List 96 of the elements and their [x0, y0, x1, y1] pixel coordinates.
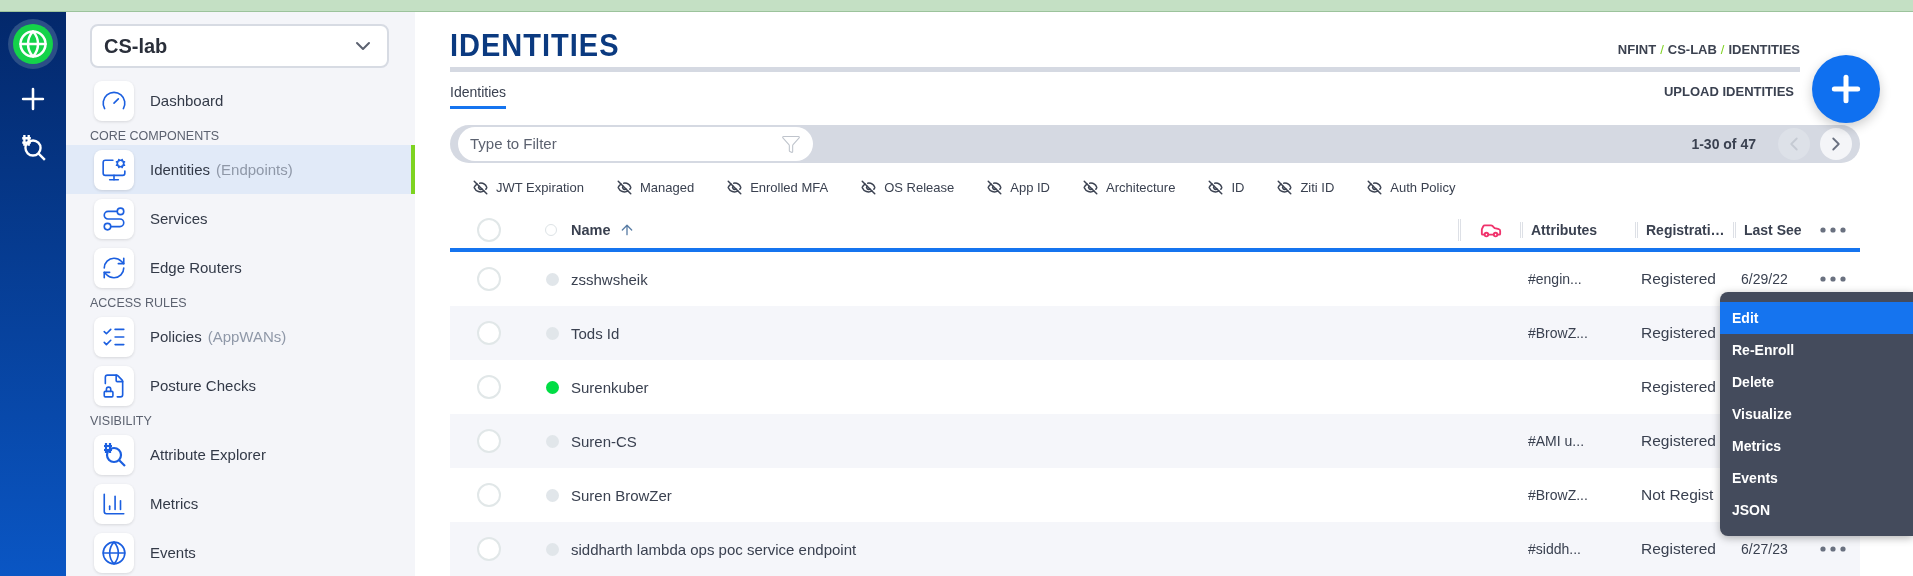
menu-item[interactable]: Visualize [1720, 398, 1913, 430]
eye-off-icon [861, 180, 877, 196]
row-checkbox[interactable] [477, 267, 501, 291]
breadcrumb: NFINT / CS-LAB / IDENTITIES [1617, 42, 1800, 59]
more-icon [1819, 227, 1846, 233]
registration-cell-text: Registered [1640, 378, 1717, 396]
next-page-button[interactable] [1820, 127, 1852, 160]
eye-off-icon [987, 180, 1003, 196]
sidebar-label: Dashboard [150, 92, 224, 109]
registration-cell-text: Registered [1640, 324, 1717, 342]
eye-off-icon [1277, 180, 1293, 196]
sidebar-item[interactable]: Events [66, 528, 415, 576]
sidebar-item[interactable]: Edge Routers [66, 243, 415, 292]
identity-name: siddharth lambda ops poc service endpoint [571, 540, 857, 558]
menu-item[interactable]: Metrics [1720, 430, 1913, 462]
row-more-button[interactable] [1819, 276, 1846, 282]
last-seen-cell-text: 6/27/23 [1740, 541, 1789, 557]
eye-off-icon [1367, 180, 1383, 196]
sidebar-item[interactable]: Metrics [66, 479, 415, 528]
sidebar-item[interactable]: Attribute Explorer [66, 430, 415, 479]
section-heading: ACCESS RULES [89, 295, 188, 312]
attributes-cell-text: #BrowZ... [1527, 487, 1589, 503]
sidebar-item[interactable]: Identities (Endpoints) [66, 145, 415, 194]
identity-name: Suren-CS [571, 432, 637, 450]
menu-item[interactable]: Edit [1720, 302, 1913, 334]
registration-cell-text: Registered [1640, 270, 1717, 288]
attributes-cell-text: #engin... [1527, 271, 1583, 287]
funnel-icon [781, 133, 801, 154]
network-select[interactable]: CS-lab [90, 24, 389, 68]
sidebar-label: Metrics [150, 495, 199, 512]
column-header[interactable]: Registrati… [1635, 222, 1733, 238]
column-toggle[interactable]: Enrolled MFA [727, 180, 829, 196]
row-checkbox[interactable] [477, 321, 501, 345]
last-seen-cell-text: 6/29/22 [1740, 271, 1789, 287]
menu-item[interactable]: Re-Enroll [1720, 334, 1913, 366]
sidebar-item[interactable]: Posture Checks [66, 361, 415, 410]
page-range: 1-30 of 47 [1691, 135, 1756, 152]
eye-off-icon [473, 180, 488, 196]
globe-icon [18, 29, 48, 59]
header-more-button[interactable] [1819, 227, 1846, 233]
sidebar-item[interactable]: Services [66, 194, 415, 243]
hash-search-icon [19, 134, 47, 162]
registration-cell-text: Not Regist [1640, 486, 1715, 504]
sidebar-label: Events [150, 544, 196, 561]
column-toggle[interactable]: JWT Expiration [473, 180, 584, 196]
monitor-gear-icon [101, 156, 127, 183]
column-header[interactable]: Attributes [1520, 222, 1635, 238]
add-button[interactable] [1812, 55, 1880, 123]
row-checkbox[interactable] [477, 375, 501, 399]
column-toggle[interactable]: OS Release [861, 180, 955, 196]
filter-field[interactable]: Type to Filter [458, 126, 813, 161]
column-toggle[interactable]: Architecture [1083, 180, 1176, 196]
upload-button[interactable]: UPLOAD IDENTITIES [1658, 82, 1800, 100]
page-title: IDENTITIES [450, 29, 620, 64]
column-header[interactable]: Last See [1733, 222, 1805, 238]
select-all-checkbox[interactable] [477, 218, 501, 242]
section-heading: CORE COMPONENTS [89, 128, 221, 145]
column-toggle[interactable]: App ID [987, 180, 1050, 196]
attributes-cell-text: #siddh... [1527, 541, 1582, 557]
eye-off-icon [727, 180, 743, 196]
row-checkbox[interactable] [477, 483, 501, 507]
sidebar-label: Posture Checks [150, 377, 256, 394]
more-icon [1819, 276, 1846, 282]
registration-cell-text: Registered [1640, 540, 1717, 558]
column-toggle[interactable]: Managed [616, 180, 695, 196]
row-more-button[interactable] [1819, 546, 1846, 552]
section-heading: VISIBILITY [89, 413, 153, 430]
column-toggle[interactable]: Ziti ID [1277, 180, 1335, 196]
column-toggle[interactable]: Auth Policy [1367, 180, 1456, 196]
identity-name: zsshwsheik [571, 270, 648, 288]
row-checkbox[interactable] [477, 429, 501, 453]
menu-item[interactable]: Delete [1720, 366, 1913, 398]
column-toggle[interactable]: ID [1208, 180, 1245, 196]
menu-item[interactable]: JSON [1720, 494, 1913, 526]
sidebar-item[interactable]: Policies (AppWANs) [66, 312, 415, 361]
sidebar-label: Edge Routers [150, 259, 242, 276]
eye-off-icon [1208, 180, 1224, 196]
identity-name: Tods Id [571, 324, 620, 342]
identity-name: Surenkuber [571, 378, 649, 396]
tab[interactable]: Identities [450, 73, 507, 109]
sidebar-item[interactable]: Dashboard [66, 76, 415, 125]
registration-cell-text: Registered [1640, 432, 1717, 450]
sidebar-label: Attribute Explorer [150, 446, 266, 463]
attributes-cell-text: #BrowZ... [1527, 325, 1589, 341]
sidebar-label: Services [150, 210, 208, 227]
sidebar-label: Policies (AppWANs) [150, 328, 287, 345]
eye-off-icon [1083, 180, 1098, 196]
sidebar-label: Identities (Endpoints) [150, 161, 293, 178]
name-column-header[interactable]: Name [528, 222, 635, 238]
more-icon [1819, 546, 1846, 552]
hash-search-icon [101, 441, 127, 468]
menu-item[interactable]: Events [1720, 462, 1913, 494]
eye-off-icon [616, 180, 632, 196]
attributes-cell-text: #AMI u... [1527, 433, 1586, 449]
row-checkbox[interactable] [477, 537, 501, 561]
identity-name: Suren BrowZer [571, 486, 672, 504]
